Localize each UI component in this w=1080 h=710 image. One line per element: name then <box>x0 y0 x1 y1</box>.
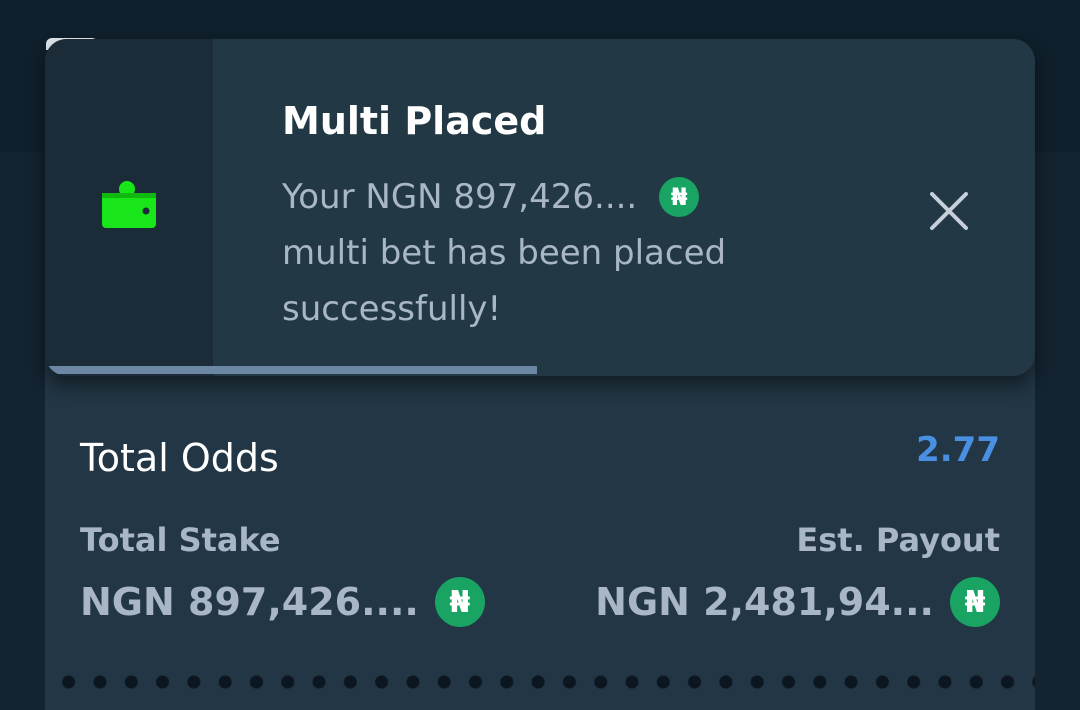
toast-timer-bar <box>45 366 538 374</box>
bet-placed-toast: Multi Placed Your NGN 897,426.... ₦ mult… <box>45 39 1035 376</box>
wallet-icon <box>102 181 156 228</box>
total-odds-value: 2.77 <box>916 430 1000 470</box>
total-stake-value: NGN 897,426.... <box>80 580 419 624</box>
dotted-divider <box>45 672 1035 692</box>
total-odds-label: Total Odds <box>80 436 279 480</box>
total-stake-row: NGN 897,426.... ₦ <box>80 576 485 628</box>
est-payout-row: NGN 2,481,94... ₦ <box>595 576 1000 628</box>
total-stake-label: Total Stake <box>80 521 281 559</box>
est-payout-label: Est. Payout <box>796 521 1000 559</box>
toast-message-line: successfully! <box>282 289 502 329</box>
toast-title: Multi Placed <box>282 99 547 143</box>
naira-currency-icon: ₦ <box>950 577 1000 627</box>
toast-message-line: Your NGN 897,426.... <box>282 177 638 217</box>
toast-icon-column <box>45 39 213 376</box>
toast-message-line: multi bet has been placed <box>282 233 727 273</box>
naira-currency-icon: ₦ <box>659 177 700 217</box>
est-payout-value: NGN 2,481,94... <box>595 580 934 624</box>
toast-timer-track <box>45 366 1035 374</box>
close-icon[interactable] <box>925 187 973 235</box>
naira-currency-icon: ₦ <box>434 577 485 627</box>
toast-message: Your NGN 897,426.... ₦ multi bet has bee… <box>282 169 802 337</box>
